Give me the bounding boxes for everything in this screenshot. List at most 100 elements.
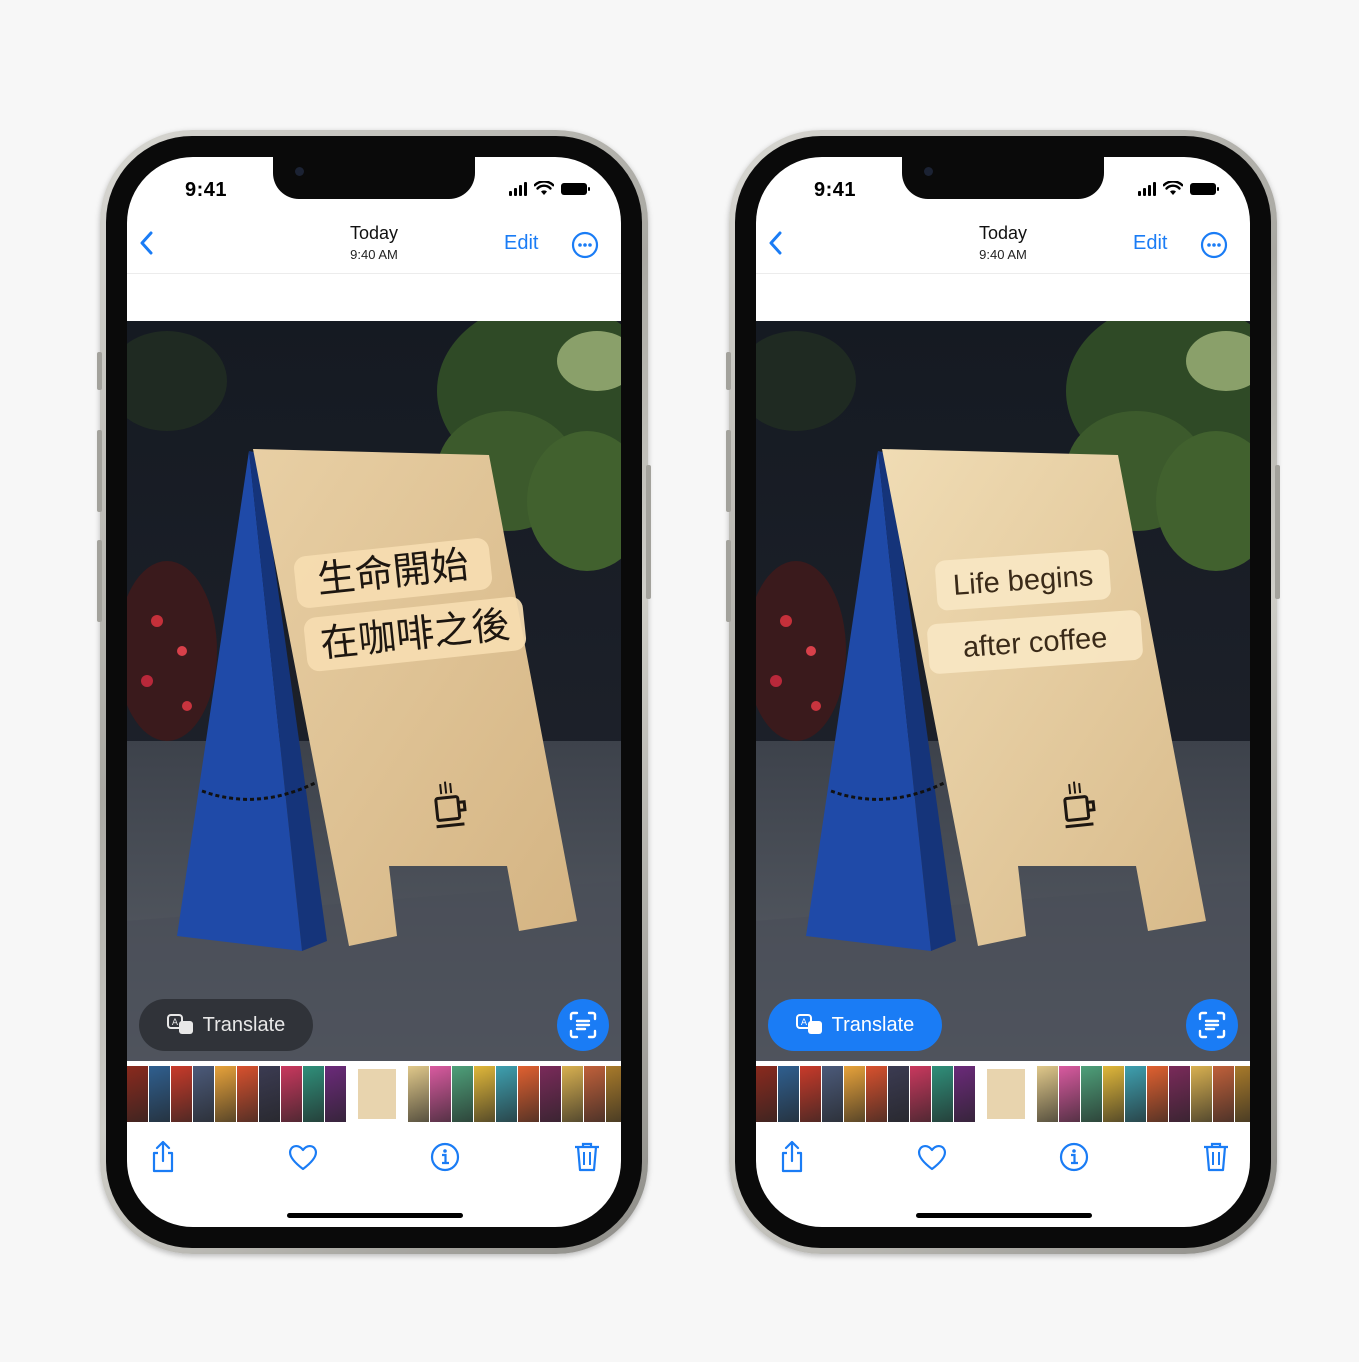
thumbnail[interactable] [888,1066,909,1122]
nav-title: Today [349,223,399,243]
phone-original: 9:41 Today 9:40 AM Edit 生命開始 在咖啡之後 A Tra… [97,130,651,1254]
phone-translated: 9:41 Today 9:40 AM Edit Life begins afte… [726,130,1280,1254]
info-button[interactable] [1056,1137,1092,1177]
favorite-button[interactable] [914,1137,950,1177]
thumbnail[interactable] [756,1066,777,1122]
share-button[interactable] [145,1137,181,1177]
live-text-button[interactable] [557,999,609,1051]
thumbnail-strip[interactable] [127,1066,621,1122]
heart-icon [918,1144,946,1171]
thumbnail[interactable] [584,1066,605,1122]
thumbnail[interactable] [193,1066,214,1122]
status-time: 9:41 [185,179,228,201]
thumbnail[interactable] [171,1066,192,1122]
thumbnail[interactable] [408,1066,429,1122]
thumbnail[interactable] [822,1066,843,1122]
side-button [1275,465,1280,599]
battery-icon [1190,182,1219,195]
thumbnail[interactable] [866,1066,887,1122]
favorite-button[interactable] [285,1137,321,1177]
thumbnail[interactable] [562,1066,583,1122]
thumbnail[interactable] [1213,1066,1234,1122]
thumbnail-strip[interactable] [756,1066,1250,1122]
delete-button[interactable] [1198,1137,1234,1177]
thumbnail[interactable] [474,1066,495,1122]
thumbnail[interactable] [1147,1066,1168,1122]
volume-down-button [97,540,102,622]
thumbnail[interactable] [606,1066,621,1122]
translate-icon: A [795,1014,822,1034]
front-camera [924,167,933,176]
edit-button[interactable]: Edit [504,232,538,255]
info-icon [1059,1142,1089,1172]
nav-separator [127,273,621,274]
nav-bar: Today 9:40 AM Edit [756,217,1250,273]
nav-subtitle: 9:40 AM [350,247,398,262]
ellipsis-circle-icon[interactable] [1200,231,1228,259]
thumbnail[interactable] [281,1066,302,1122]
thumbnail[interactable] [954,1066,975,1122]
photo-view[interactable]: 生命開始 在咖啡之後 [127,321,621,1061]
status-icons [509,181,590,196]
share-button[interactable] [774,1137,810,1177]
thumbnail[interactable] [1169,1066,1190,1122]
ellipsis-circle-icon[interactable] [571,231,599,259]
translate-button[interactable]: A Translate [768,999,942,1051]
thumbnail[interactable] [1235,1066,1250,1122]
info-icon [430,1142,460,1172]
thumbnail[interactable] [932,1066,953,1122]
thumbnail[interactable] [984,1066,1028,1122]
translate-label: Translate [202,1013,286,1036]
thumbnail[interactable] [496,1066,517,1122]
thumbnail[interactable] [1103,1066,1124,1122]
thumbnail[interactable] [355,1066,399,1122]
action-button [97,352,102,390]
home-indicator[interactable] [916,1213,1092,1218]
thumbnail[interactable] [452,1066,473,1122]
share-icon [781,1140,803,1173]
thumbnail[interactable] [1191,1066,1212,1122]
svg-text:A: A [801,1018,808,1028]
nav-separator [756,273,1250,274]
nav-bar: Today 9:40 AM Edit [127,217,621,273]
side-button [646,465,651,599]
thumbnail[interactable] [325,1066,346,1122]
battery-icon [561,182,590,195]
thumbnail[interactable] [540,1066,561,1122]
thumbnail[interactable] [303,1066,324,1122]
thumbnail[interactable] [1081,1066,1102,1122]
nav-subtitle: 9:40 AM [979,247,1027,262]
thumbnail[interactable] [127,1066,148,1122]
info-button[interactable] [427,1137,463,1177]
thumbnail[interactable] [1059,1066,1080,1122]
thumbnail[interactable] [259,1066,280,1122]
thumbnail[interactable] [1125,1066,1146,1122]
thumbnail[interactable] [910,1066,931,1122]
thumbnail[interactable] [215,1066,236,1122]
translate-icon: A [166,1014,193,1034]
bottom-toolbar [756,1137,1250,1185]
trash-icon [1204,1142,1228,1172]
thumbnail[interactable] [778,1066,799,1122]
thumbnail[interactable] [149,1066,170,1122]
thumbnail[interactable] [800,1066,821,1122]
wifi-icon [1163,181,1183,195]
edit-button[interactable]: Edit [1133,232,1167,255]
volume-down-button [726,540,731,622]
live-text-button[interactable] [1186,999,1238,1051]
svg-text:A: A [172,1018,179,1028]
thumbnail[interactable] [518,1066,539,1122]
notch [273,157,475,199]
delete-button[interactable] [569,1137,605,1177]
thumbnail[interactable] [844,1066,865,1122]
nav-title: Today [978,223,1028,243]
thumbnail[interactable] [430,1066,451,1122]
thumbnail[interactable] [237,1066,258,1122]
volume-up-button [97,430,102,512]
home-indicator[interactable] [287,1213,463,1218]
photo-view[interactable]: Life begins after coffee [756,321,1250,1061]
translate-button[interactable]: A Translate [139,999,313,1051]
phone-screen: 9:41 Today 9:40 AM Edit [756,157,1250,1227]
status-icons [1138,181,1219,196]
thumbnail[interactable] [1037,1066,1058,1122]
